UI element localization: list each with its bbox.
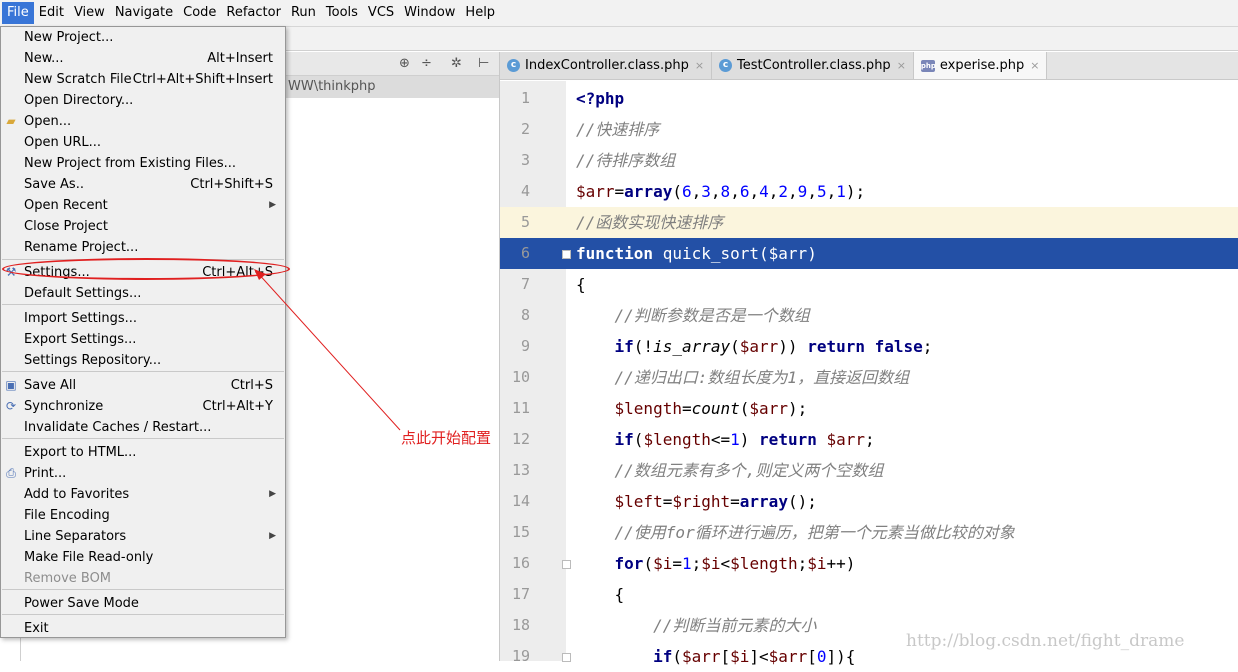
watermark: http://blog.csdn.net/fight_drame — [906, 631, 1185, 651]
annotation-text: 点此开始配置 — [401, 429, 492, 447]
annotation-arrow — [254, 269, 401, 431]
